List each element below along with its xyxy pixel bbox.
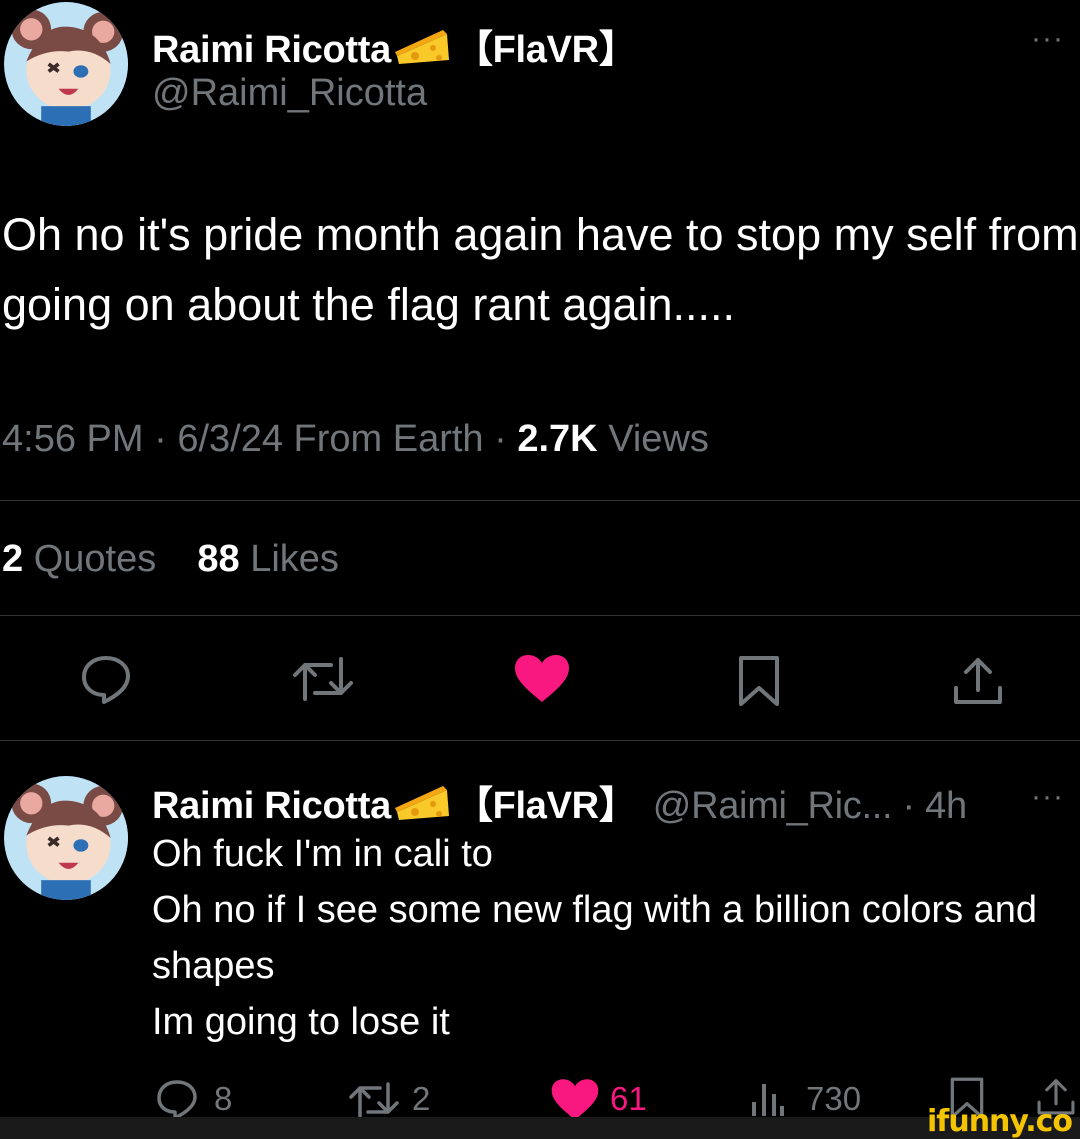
quotes-stat[interactable]: 2 Quotes xyxy=(2,538,156,580)
more-options-icon[interactable]: ··· xyxy=(1031,22,1064,56)
reply-icon[interactable] xyxy=(80,652,132,704)
reply-display-name[interactable]: Raimi Ricotta 【FlaVR】 @Raimi_Ric... · 4h xyxy=(152,774,967,832)
watermark-bar xyxy=(0,1117,1080,1139)
tweet-meta: 4:56 PM · 6/3/24 From Earth · 2.7K Views xyxy=(2,418,709,460)
engagement-stats: 2 Quotes 88 Likes xyxy=(2,538,339,581)
reply-reply-icon[interactable] xyxy=(156,1078,198,1120)
divider xyxy=(0,615,1080,616)
tweet-date[interactable]: 6/3/24 xyxy=(177,418,283,460)
user-handle[interactable]: @Raimi_Ricotta xyxy=(152,72,427,115)
reply-count: 8 xyxy=(214,1080,233,1117)
cheese-emoji-icon xyxy=(393,26,453,76)
views-icon[interactable] xyxy=(748,1080,788,1116)
views-count: 2.7K xyxy=(517,418,598,460)
tweet-time[interactable]: 4:56 PM xyxy=(2,418,144,460)
divider xyxy=(0,740,1080,741)
divider xyxy=(0,500,1080,501)
retweet-count: 2 xyxy=(412,1080,431,1117)
reply-age: · 4h xyxy=(902,785,968,827)
like-count: 61 xyxy=(610,1080,647,1117)
like-icon[interactable] xyxy=(513,654,571,704)
display-name[interactable]: Raimi Ricotta 【FlaVR】 xyxy=(152,18,637,76)
bookmark-icon[interactable] xyxy=(737,654,781,708)
views-label: Views xyxy=(608,418,709,460)
tweet-text: Oh no it's pride month again have to sto… xyxy=(2,209,1079,330)
reply-like-icon[interactable] xyxy=(550,1078,600,1122)
reply-retweet-icon[interactable] xyxy=(348,1080,400,1120)
cheese-emoji-icon xyxy=(393,782,453,832)
tweet-source: From Earth xyxy=(293,418,484,460)
likes-stat[interactable]: 88 Likes xyxy=(197,538,339,580)
reply-avatar[interactable] xyxy=(4,776,128,900)
reply-more-options-icon[interactable]: ··· xyxy=(1031,780,1064,814)
retweet-icon[interactable] xyxy=(291,655,355,703)
share-icon[interactable] xyxy=(952,654,1004,706)
avatar[interactable] xyxy=(4,2,128,126)
views-count-reply: 730 xyxy=(806,1080,862,1117)
reply-handle[interactable]: @Raimi_Ric... xyxy=(653,785,893,827)
reply-text: Oh fuck I'm in cali to Oh no if I see so… xyxy=(152,833,1038,1043)
ifunny-watermark: ifunny.co xyxy=(927,1104,1073,1139)
